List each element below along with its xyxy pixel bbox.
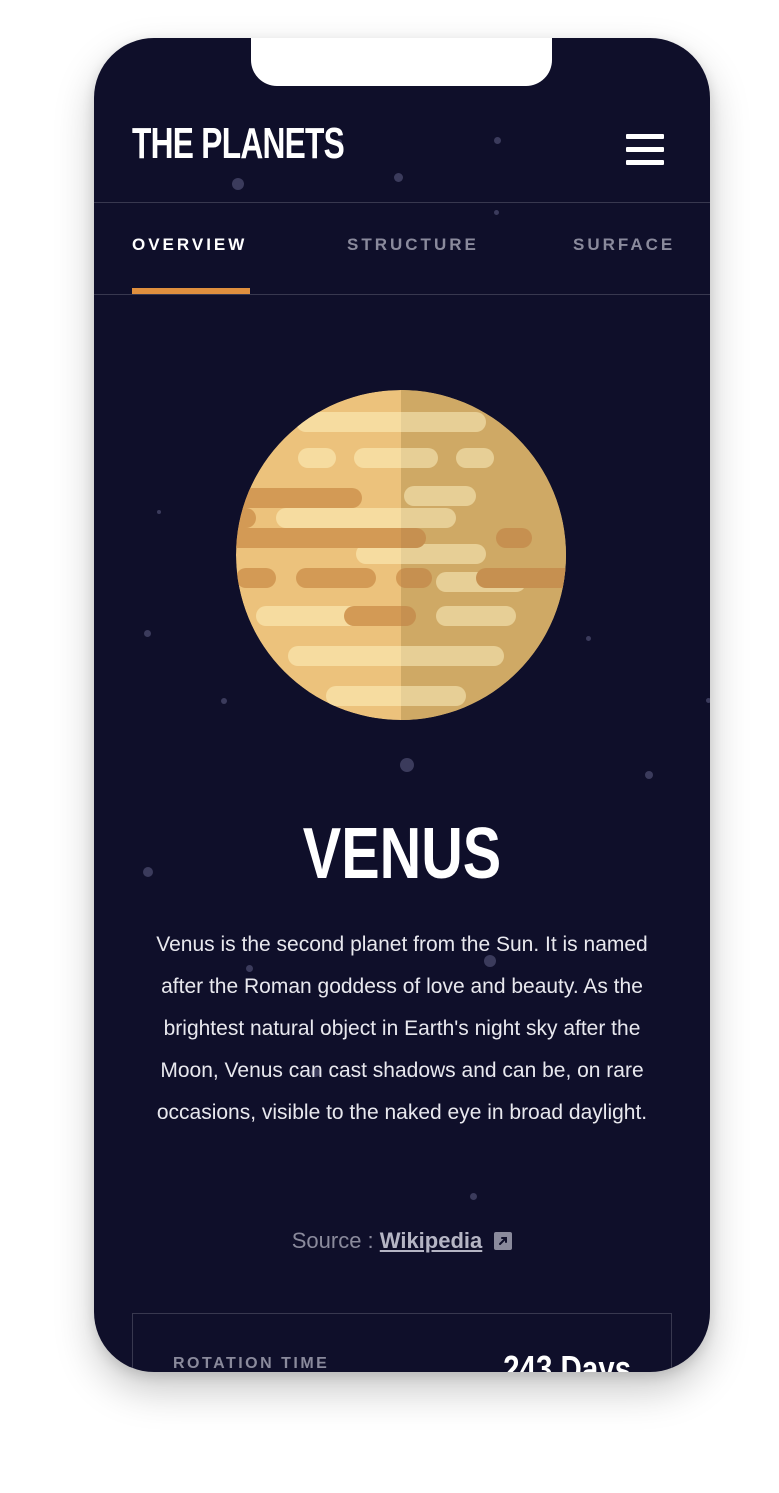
star [586,636,591,641]
stat-value: 243 Days [502,1348,631,1372]
phone-notch [251,38,552,86]
star [645,771,653,779]
hamburger-menu-button[interactable] [626,134,666,166]
star [400,758,414,772]
star [144,630,151,637]
star [706,698,710,703]
star [494,210,499,215]
hamburger-icon [626,134,664,139]
tab-structure[interactable]: STRUCTURE [347,234,479,256]
header-divider [94,202,710,203]
planet-name: VENUS [302,814,502,894]
star [157,510,161,514]
stat-card-rotation: ROTATION TIME 243 Days [132,1313,672,1372]
planet-description: Venus is the second planet from the Sun.… [156,933,648,1124]
tab-overview[interactable]: OVERVIEW [132,234,247,256]
phone-frame: THE PLANETS OVERVIEW STRUCTURE SURFACE V… [94,38,710,1372]
wikipedia-link[interactable]: Wikipedia [380,1228,483,1253]
app-logo[interactable]: THE PLANETS [132,122,345,166]
star [470,1193,477,1200]
external-link-icon[interactable] [494,1232,513,1250]
tab-surface[interactable]: SURFACE [573,234,675,256]
hamburger-icon [626,147,664,152]
source-prefix: Source : [291,1228,380,1253]
hamburger-icon [626,160,664,165]
venus-planet-image [236,390,566,720]
source-line: Source : Wikipedia [94,1226,710,1256]
stat-label: ROTATION TIME [173,1355,330,1372]
star [143,867,153,877]
tabs-divider [94,294,710,295]
star [221,698,227,704]
